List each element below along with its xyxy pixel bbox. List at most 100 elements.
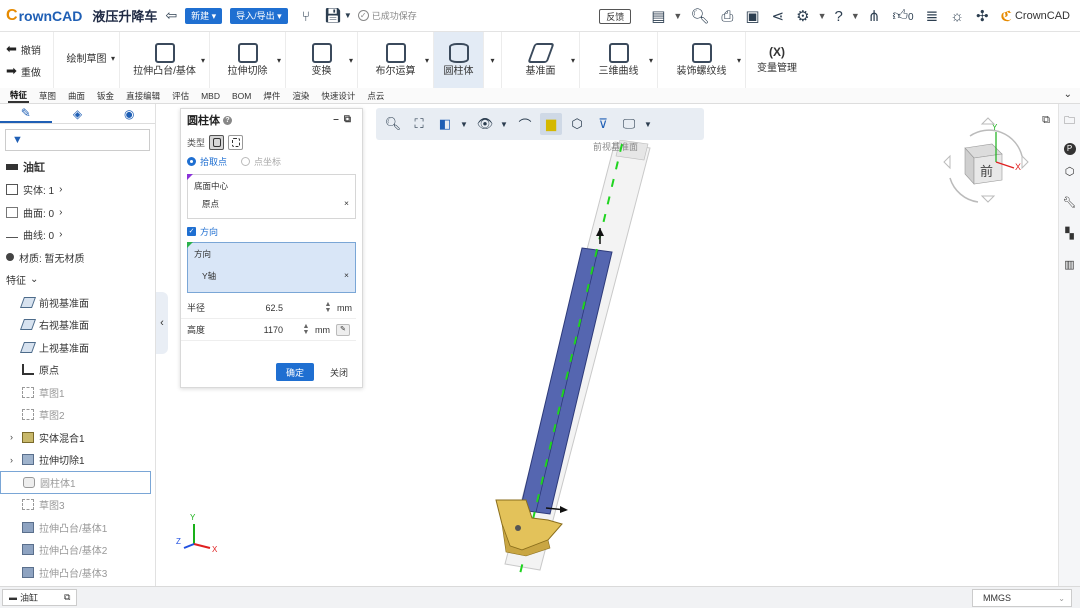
tree-item-sketch1[interactable]: 草图1 (0, 381, 155, 404)
folder-icon[interactable]: 🗀︎ (1064, 112, 1075, 133)
thumbs-up-icon[interactable]: 👍︎0 (892, 7, 913, 25)
clear-icon[interactable]: × (344, 198, 349, 210)
radius-stepper[interactable]: ▲ ▼ (323, 301, 333, 314)
collapse-ribbon-chevron-icon[interactable]: ⌄ (1064, 89, 1072, 100)
print-icon[interactable]: ⎙ (721, 8, 733, 25)
height-stepper[interactable]: ▲ ▼ (301, 323, 311, 336)
tab-render[interactable]: 渲染 (290, 90, 311, 102)
wrench-icon[interactable]: 🔧︎ (1063, 196, 1077, 217)
tree-item-cylinder1[interactable]: 圆柱体1 (0, 471, 151, 494)
tab-sheetmetal[interactable]: 钣金 (95, 90, 116, 102)
section-view-icon[interactable]: ⌒ (514, 113, 536, 135)
tab-bom[interactable]: BOM (230, 91, 253, 101)
tree-item-origin[interactable]: 原点 (0, 359, 155, 382)
collapse-panel-handle[interactable]: ‹ (156, 292, 168, 354)
cosmetic-thread-button[interactable]: 装饰螺纹线 ▾ (658, 32, 746, 88)
ref-plane-button[interactable]: 基准面 ▾ (502, 32, 580, 88)
chevron-down-icon[interactable]: ▾ (277, 56, 281, 65)
tree-part-root[interactable]: 油缸 (0, 156, 155, 179)
tree-item-front-plane[interactable]: 前视基准面 (0, 291, 155, 314)
dialog-window-controls[interactable]: –⧉ (333, 114, 356, 125)
import-export-button[interactable]: 导入/导出 ▾ (230, 7, 288, 24)
curve3d-button[interactable]: 三维曲线 ▾ (580, 32, 658, 88)
view-cube[interactable]: 前 Y X (943, 117, 1029, 203)
tab-window-icon[interactable]: ⧉ (64, 592, 70, 603)
view-right-arrow-icon[interactable] (1021, 154, 1029, 170)
unit-system-select[interactable]: MMGS ⌄ (972, 589, 1072, 607)
tab-point-cloud[interactable]: 点云 (365, 90, 386, 102)
feature-tree-tab-icon[interactable]: ✎ (0, 104, 52, 123)
display-icon[interactable]: ▣ (745, 7, 759, 25)
variable-manager-button[interactable]: (X) 变量管理 (746, 32, 808, 88)
ok-button[interactable]: 确定 (275, 363, 314, 381)
chevron-down-icon[interactable]: ▾ (737, 56, 741, 65)
tab-quick-design[interactable]: 快速设计 (319, 90, 357, 102)
tree-item-top-plane[interactable]: 上视基准面 (0, 336, 155, 359)
tree-material[interactable]: 材质: 暂无材质 (0, 246, 155, 269)
chevron-right-icon[interactable]: › (10, 455, 13, 465)
cylinder-button[interactable]: 圆柱体 (434, 32, 484, 88)
tab-weldment[interactable]: 焊件 (261, 90, 282, 102)
view-left-arrow-icon[interactable] (943, 154, 951, 170)
hierarchy-icon[interactable]: ⋔ (868, 7, 881, 25)
back-arrow-icon[interactable]: ⇦ (165, 6, 177, 26)
tree-item-boss1[interactable]: 拉伸凸台/基体1 (0, 516, 155, 539)
tree-item-sketch2[interactable]: 草图2 (0, 404, 155, 427)
direction-checkbox[interactable]: ✓ (187, 226, 196, 236)
tree-features-header[interactable]: 特征 ⌄ (0, 269, 155, 292)
new-button[interactable]: 新建 ▾ (185, 7, 223, 24)
shaded-display-icon[interactable]: ▆ (540, 113, 562, 135)
extrude-cut-button[interactable]: 拉伸切除 ▾ (210, 32, 286, 88)
checker-icon[interactable]: ▚ (1065, 227, 1073, 248)
tree-item-extrude-cut1[interactable]: › 拉伸切除1 (0, 449, 155, 472)
help-dropdown-icon[interactable]: ▼ (851, 11, 860, 21)
tab-sketch[interactable]: 草图 (37, 90, 58, 102)
tab-mbd[interactable]: MBD (199, 91, 222, 101)
sketch-button[interactable]: 绘制草图 ▾ (54, 32, 120, 88)
appearance-tab-icon[interactable]: ◉ (103, 104, 155, 123)
help-icon[interactable]: ? (223, 115, 232, 125)
tab-surface[interactable]: 曲面 (66, 90, 87, 102)
chevron-down-icon[interactable]: ▼ (460, 113, 468, 135)
puzzle-icon[interactable]: ✣ (976, 7, 989, 25)
boolean-button[interactable]: 布尔运算 ▾ (358, 32, 434, 88)
tree-item-boss3[interactable]: 拉伸凸台/基体3 (0, 561, 155, 584)
chevron-down-icon[interactable]: ▼ (644, 113, 652, 135)
share-icon[interactable]: ⋖ (772, 7, 785, 25)
window-layout-dropdown-icon[interactable]: ▼ (673, 11, 682, 21)
coord-point-radio[interactable] (241, 156, 251, 166)
parameters-p-icon[interactable]: P (1063, 143, 1076, 155)
tree-filter[interactable]: ▼ (5, 129, 150, 151)
tree-item-sketch3[interactable]: 草图3 (0, 494, 155, 517)
restore-window-icon[interactable]: ⧉ (1042, 114, 1050, 127)
chevron-down-icon[interactable]: ▾ (649, 56, 653, 65)
window-layout-icon[interactable]: ▤ (651, 7, 665, 25)
cylinder-body[interactable] (519, 247, 613, 515)
property-tab-icon[interactable]: ◈ (52, 104, 104, 123)
direction-check-row[interactable]: ✓ 方向 (181, 223, 362, 239)
close-button[interactable]: 关闭 (330, 366, 348, 379)
search-icon[interactable]: 🔍︎ (690, 7, 709, 25)
chevron-right-icon[interactable]: › (10, 432, 13, 442)
clear-icon[interactable]: × (344, 270, 349, 282)
height-input[interactable]: 1170 (233, 325, 283, 335)
base-center-box[interactable]: 底面中心 原点 × (187, 174, 356, 219)
chevron-down-icon[interactable]: ▾ (571, 56, 575, 65)
chevron-down-icon[interactable]: ▾ (425, 56, 429, 65)
appearance-icon[interactable]: ⬡ (566, 113, 588, 135)
save-dropdown-icon[interactable]: ▼ (344, 6, 352, 26)
eye-visibility-icon[interactable]: 👁︎ (474, 113, 496, 135)
help-icon[interactable]: ? (835, 8, 843, 25)
settings-dropdown-icon[interactable]: ▼ (818, 11, 827, 21)
tab-features[interactable]: 特征 (8, 89, 30, 103)
zoom-fit-icon[interactable]: ⛶ (408, 113, 430, 135)
tab-evaluate[interactable]: 评估 (170, 90, 191, 102)
pick-point-radio[interactable] (187, 156, 196, 166)
tree-surface-bodies[interactable]: 曲面: 0 › (0, 201, 155, 224)
redo-button[interactable]: ➡ 重做 (6, 60, 53, 82)
model-cube-icon[interactable]: ⬡ (1065, 165, 1075, 186)
measure-icon[interactable]: ✎ (336, 323, 350, 336)
tree-curves[interactable]: 曲线: 0 › (0, 224, 155, 247)
extrude-boss-button[interactable]: 拉伸凸台/基体 ▾ (120, 32, 210, 88)
notebook-icon[interactable]: ▥ (1064, 258, 1074, 279)
